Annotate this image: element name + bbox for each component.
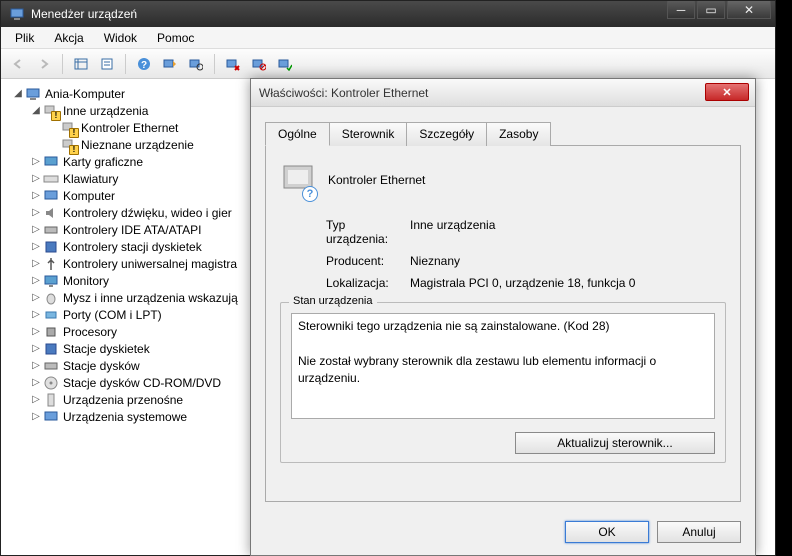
sound-icon [43, 205, 59, 221]
collapse-icon[interactable]: ◢ [11, 88, 25, 99]
groupbox-title: Stan urządzenia [289, 295, 377, 307]
tool-scan[interactable] [159, 53, 181, 75]
menu-pomoc[interactable]: Pomoc [147, 29, 204, 47]
tree-label: Komputer [63, 189, 115, 203]
computer-icon [25, 86, 41, 102]
floppy-drive-icon [43, 341, 59, 357]
tool-help[interactable]: ? [133, 53, 155, 75]
tree-label: Monitory [63, 274, 109, 288]
minimize-button[interactable]: ─ [667, 1, 695, 19]
tool-forward [33, 53, 55, 75]
tab-content-general: ? Kontroler Ethernet Typ urządzenia: Inn… [265, 146, 741, 502]
titlebar[interactable]: Menedżer urządzeń ─ ▭ ✕ [1, 1, 775, 27]
tool-update[interactable] [185, 53, 207, 75]
cdrom-icon [43, 375, 59, 391]
device-name-text: Kontroler Ethernet [328, 173, 425, 187]
device-status-textarea[interactable] [291, 313, 715, 419]
question-badge-icon: ? [302, 186, 318, 202]
dialog-titlebar[interactable]: Właściwości: Kontroler Ethernet ✕ [251, 79, 755, 107]
cancel-button[interactable]: Anuluj [657, 521, 741, 543]
port-icon [43, 307, 59, 323]
app-icon [9, 6, 25, 22]
tree-label: Procesory [63, 325, 117, 339]
tool-disable[interactable] [248, 53, 270, 75]
tree-label: Kontrolery uniwersalnej magistra [63, 257, 237, 271]
tab-resources[interactable]: Zasoby [486, 122, 551, 146]
menu-plik[interactable]: Plik [5, 29, 44, 47]
floppy-icon [43, 239, 59, 255]
update-driver-button[interactable]: Aktualizuj sterownik... [515, 432, 715, 454]
tree-label: Urządzenia przenośne [63, 393, 183, 407]
menu-akcja[interactable]: Akcja [44, 29, 93, 47]
ide-icon [43, 222, 59, 238]
tab-details[interactable]: Szczegóły [406, 122, 487, 146]
ok-button[interactable]: OK [565, 521, 649, 543]
label-device-type: Typ urządzenia: [280, 218, 410, 246]
value-location: Magistrala PCI 0, urządzenie 18, funkcja… [410, 276, 726, 290]
maximize-button[interactable]: ▭ [697, 1, 725, 19]
tool-uninstall[interactable] [222, 53, 244, 75]
tab-general[interactable]: Ogólne [265, 122, 330, 146]
tree-label: Kontrolery dźwięku, wideo i gier [63, 206, 232, 220]
display-icon [43, 154, 59, 170]
device-status-group: Stan urządzenia Aktualizuj sterownik... [280, 302, 726, 463]
device-icon: ! [61, 137, 77, 153]
svg-text:?: ? [141, 60, 147, 71]
tree-label: Kontrolery IDE ATA/ATAPI [63, 223, 202, 237]
tool-back [7, 53, 29, 75]
dialog-close-button[interactable]: ✕ [705, 83, 749, 101]
disk-icon [43, 358, 59, 374]
tree-label: Stacje dysków [63, 359, 140, 373]
label-location: Lokalizacja: [280, 276, 410, 290]
computer-icon [43, 188, 59, 204]
collapse-icon[interactable]: ◢ [29, 105, 43, 116]
cpu-icon [43, 324, 59, 340]
tree-label: Porty (COM i LPT) [63, 308, 162, 322]
value-device-type: Inne urządzenia [410, 218, 726, 246]
monitor-icon [43, 273, 59, 289]
tool-properties[interactable] [96, 53, 118, 75]
tree-label: Mysz i inne urządzenia wskazują [63, 291, 238, 305]
window-title: Menedżer urządzeń [31, 7, 137, 21]
value-manufacturer: Nieznany [410, 254, 726, 268]
tree-label: Karty graficzne [63, 155, 143, 169]
tree-label: Klawiatury [63, 172, 118, 186]
other-devices-icon: ! [43, 103, 59, 119]
close-button[interactable]: ✕ [727, 1, 771, 19]
menu-widok[interactable]: Widok [94, 29, 147, 47]
label-manufacturer: Producent: [280, 254, 410, 268]
system-icon [43, 409, 59, 425]
portable-icon [43, 392, 59, 408]
tool-details-view[interactable] [70, 53, 92, 75]
tree-label: Ania-Komputer [45, 87, 125, 101]
tree-label: Kontrolery stacji dyskietek [63, 240, 202, 254]
keyboard-icon [43, 171, 59, 187]
tree-label: Stacje dysków CD-ROM/DVD [63, 376, 221, 390]
tab-driver[interactable]: Sterownik [329, 122, 408, 146]
device-large-icon: ? [280, 160, 316, 200]
tree-label: Nieznane urządzenie [81, 138, 194, 152]
device-icon: ! [61, 120, 77, 136]
tool-enable[interactable] [274, 53, 296, 75]
dialog-title: Właściwości: Kontroler Ethernet [259, 86, 428, 100]
tree-label: Inne urządzenia [63, 104, 148, 118]
usb-icon [43, 256, 59, 272]
tree-label: Urządzenia systemowe [63, 410, 187, 424]
tree-label: Stacje dyskietek [63, 342, 150, 356]
mouse-icon [43, 290, 59, 306]
properties-dialog: Właściwości: Kontroler Ethernet ✕ Ogólne… [250, 78, 756, 556]
dialog-tabs: Ogólne Sterownik Szczegóły Zasoby [265, 121, 741, 146]
toolbar: ? [1, 49, 775, 79]
menubar: Plik Akcja Widok Pomoc [1, 27, 775, 49]
tree-label: Kontroler Ethernet [81, 121, 178, 135]
